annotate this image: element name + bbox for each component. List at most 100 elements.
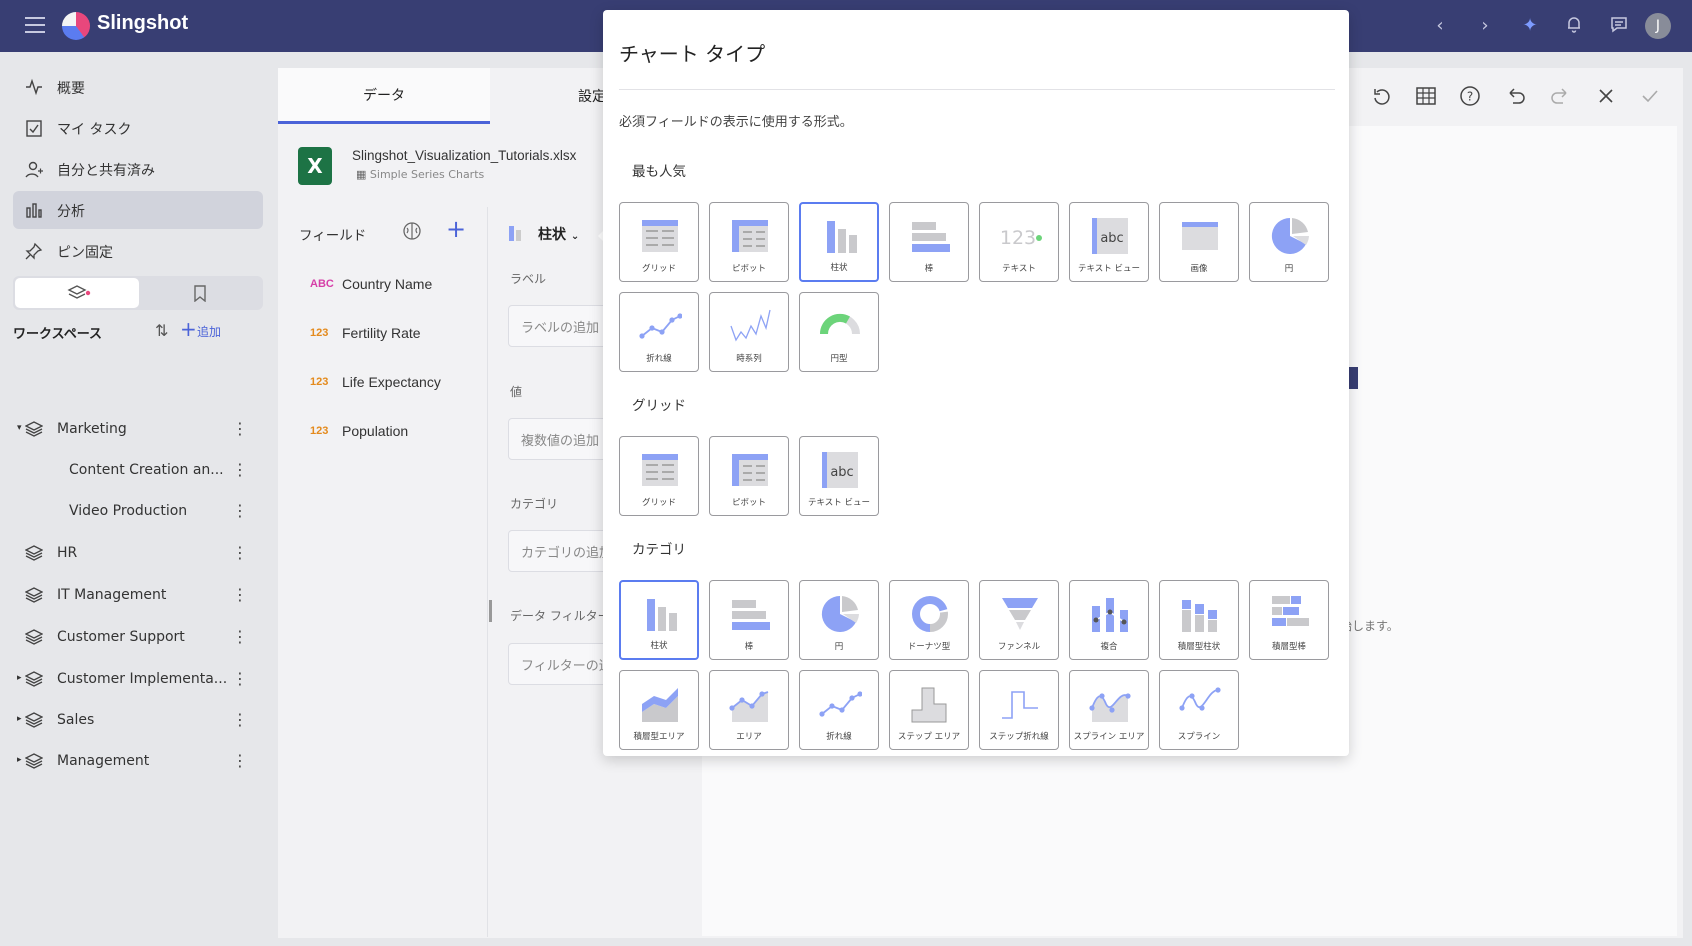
more-options-icon[interactable]: ⋮ (232, 585, 248, 604)
chart-type-tile-kpi-text[interactable]: 123 テキスト (979, 202, 1059, 282)
forward-arrow-icon[interactable]: › (1473, 14, 1497, 38)
chat-icon[interactable] (1607, 14, 1631, 38)
more-options-icon[interactable]: ⋮ (232, 710, 248, 729)
chart-type-tile-column[interactable]: 柱状 (799, 202, 879, 282)
category-drop-area[interactable]: カテゴリの追加 (508, 530, 608, 572)
check-icon[interactable] (1638, 84, 1662, 108)
add-icon[interactable]: + (180, 317, 197, 341)
svg-text:abc: abc (830, 465, 853, 480)
workspace-item[interactable]: ▸ Customer Implementa... ⋮ (0, 660, 260, 698)
chart-type-tile-spline[interactable]: スプライン (1159, 670, 1239, 750)
caret-right-icon[interactable]: ▸ (17, 714, 22, 724)
more-options-icon[interactable]: ⋮ (232, 460, 248, 479)
help-icon[interactable]: ? (1458, 84, 1482, 108)
add-workspace-button[interactable]: 追加 (197, 323, 221, 340)
chart-type-tile-pie[interactable]: 円 (799, 580, 879, 660)
workspace-item[interactable]: Content Creation an... ⋮ (0, 451, 260, 489)
chart-type-tile-column[interactable]: 柱状 (619, 580, 699, 660)
more-options-icon[interactable]: ⋮ (232, 669, 248, 688)
chart-type-tile-time-series[interactable]: 時系列 (709, 292, 789, 372)
tab-settings[interactable]: 設定 (578, 86, 606, 106)
sort-icon[interactable]: ⇅ (155, 321, 168, 340)
workspace-item[interactable]: ▾ Marketing ⋮ (0, 410, 260, 448)
filter-drop-area[interactable]: フィルターの追加 (508, 643, 608, 685)
chart-type-tile-grid[interactable]: グリッド (619, 436, 699, 516)
chart-type-tile-text-view[interactable]: abc テキスト ビュー (799, 436, 879, 516)
sidebar-item-pin[interactable]: ピン固定 (13, 232, 263, 270)
chart-type-tile-combo[interactable]: 複合 (1069, 580, 1149, 660)
caret-down-icon[interactable]: ▾ (17, 423, 22, 433)
chart-type-tile-bar[interactable]: 棒 (889, 202, 969, 282)
ai-sparkle-icon[interactable]: ✦ (1518, 14, 1542, 38)
chart-type-tile-image[interactable]: 画像 (1159, 202, 1239, 282)
chart-type-tile-text-view[interactable]: abc テキスト ビュー (1069, 202, 1149, 282)
chart-type-tile-doughnut[interactable]: ドーナツ型 (889, 580, 969, 660)
chart-type-tile-gauge[interactable]: 円型 (799, 292, 879, 372)
more-options-icon[interactable]: ⋮ (232, 501, 248, 520)
workspace-item-label: Marketing (57, 421, 127, 437)
back-arrow-icon[interactable]: ‹ (1428, 14, 1452, 38)
user-avatar[interactable]: J (1645, 13, 1671, 39)
value-section-title: 値 (510, 385, 523, 399)
workspace-item[interactable]: IT Management ⋮ (0, 576, 260, 614)
more-options-icon[interactable]: ⋮ (232, 751, 248, 770)
chart-type-label: 複合 (1100, 642, 1118, 652)
more-options-icon[interactable]: ⋮ (232, 543, 248, 562)
chart-type-tile-line[interactable]: 折れ線 (799, 670, 879, 750)
bookmarks-tab[interactable] (139, 278, 263, 308)
more-options-icon[interactable]: ⋮ (232, 419, 248, 438)
sidebar-item-pulse[interactable]: 概要 (13, 68, 263, 106)
workspace-item[interactable]: ▸ Management ⋮ (0, 742, 260, 780)
panel-resize-handle[interactable] (489, 600, 492, 622)
bell-icon[interactable] (1562, 14, 1586, 38)
chart-type-label: 円 (1284, 264, 1294, 274)
chart-type-tile-bar[interactable]: 棒 (709, 580, 789, 660)
chart-type-label: 積層型棒 (1271, 642, 1306, 652)
chart-type-tile-step-line[interactable]: ステップ折れ線 (979, 670, 1059, 750)
chart-type-tile-pivot[interactable]: ピボット (709, 202, 789, 282)
workspace-item[interactable]: ▸ Sales ⋮ (0, 701, 260, 739)
svg-text:abc: abc (1100, 231, 1123, 246)
brain-icon[interactable] (402, 221, 422, 245)
label-drop-area[interactable]: ラベルの追加 (508, 305, 608, 347)
chart-type-tile-grid[interactable]: グリッド (619, 202, 699, 282)
section-title: カテゴリ (632, 542, 686, 558)
workspace-item[interactable]: Customer Support ⋮ (0, 618, 260, 656)
sidebar-item-shared-user[interactable]: 自分と共有済み (13, 150, 263, 188)
hamburger-menu-icon[interactable] (25, 17, 45, 33)
workspaces-tab[interactable] (15, 278, 139, 308)
workspace-layers-icon (24, 712, 44, 728)
sidebar-item-bar-chart[interactable]: 分析 (13, 191, 263, 229)
workspace-item[interactable]: Video Production ⋮ (0, 492, 260, 530)
more-options-icon[interactable]: ⋮ (232, 627, 248, 646)
workspace-item-label: Video Production (69, 503, 188, 519)
chart-type-tile-stacked-bar[interactable]: 積層型棒 (1249, 580, 1329, 660)
add-field-icon[interactable]: + (446, 215, 466, 243)
chart-type-tile-stacked-column[interactable]: 積層型柱状 (1159, 580, 1239, 660)
chart-type-tile-spline-area[interactable]: スプライン エリア (1069, 670, 1149, 750)
caret-right-icon[interactable]: ▸ (17, 755, 22, 765)
chart-type-selector[interactable]: 柱状 ⌄ (538, 224, 579, 244)
redo-icon[interactable] (1548, 84, 1572, 108)
undo-icon[interactable] (1504, 84, 1528, 108)
chart-type-tile-funnel[interactable]: ファンネル (979, 580, 1059, 660)
chart-type-tile-pivot[interactable]: ピボット (709, 436, 789, 516)
chart-type-label: ドーナツ型 (907, 642, 951, 652)
chart-type-tile-pie[interactable]: 円 (1249, 202, 1329, 282)
caret-right-icon[interactable]: ▸ (17, 673, 22, 683)
value-drop-area[interactable]: 複数値の追加 (508, 418, 608, 460)
workspace-layers-icon (24, 587, 44, 603)
table-view-icon[interactable] (1414, 84, 1438, 108)
pin-icon (25, 242, 43, 260)
workspace-item[interactable]: HR ⋮ (0, 534, 260, 572)
tab-data[interactable]: データ (278, 68, 490, 124)
chart-type-tile-stacked-area[interactable]: 積層型エリア (619, 670, 699, 750)
chart-type-tile-line[interactable]: 折れ線 (619, 292, 699, 372)
chart-type-tile-step-area[interactable]: ステップ エリア (889, 670, 969, 750)
chart-type-tile-area[interactable]: エリア (709, 670, 789, 750)
field-type-badge: ABC (310, 278, 334, 290)
sidebar-item-label: マイ タスク (57, 122, 132, 138)
sidebar-item-task[interactable]: マイ タスク (13, 109, 263, 147)
close-icon[interactable] (1594, 84, 1618, 108)
refresh-icon[interactable] (1370, 84, 1394, 108)
